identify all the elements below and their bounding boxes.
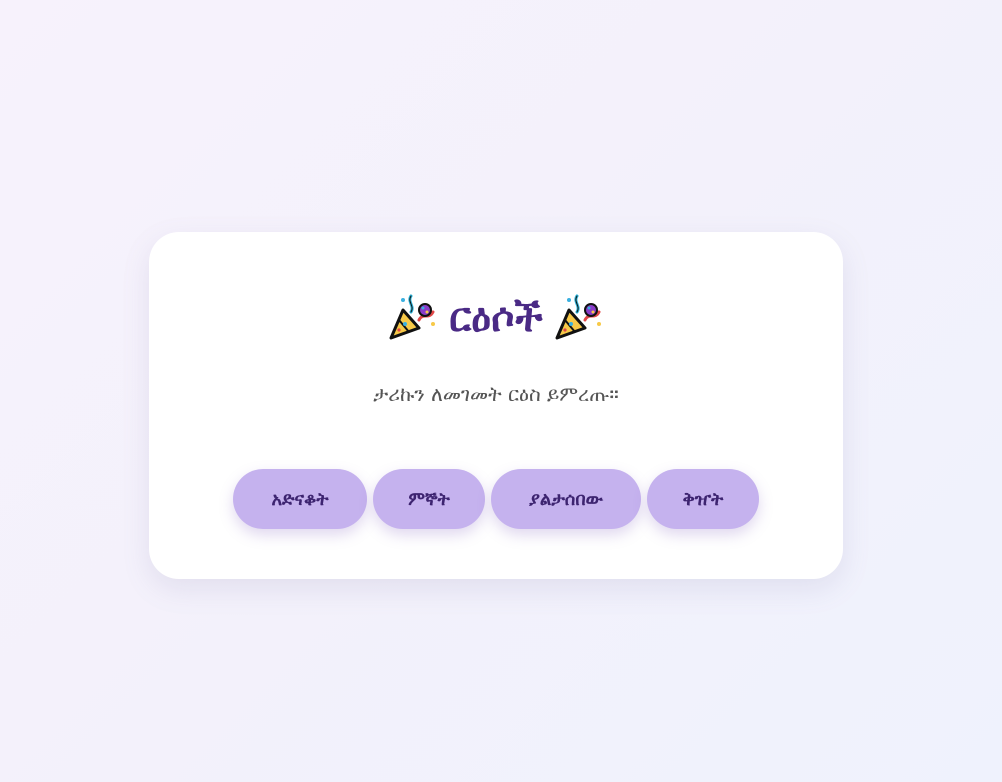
topic-button-admiration[interactable]: አድናቆት [233, 469, 367, 529]
topics-card: ርዕሶች ታሪኩን ለመገመት ርዕስ ይምረጡ። አድናቆት ምኞት ያልታሰ… [149, 232, 843, 579]
topic-buttons: አድናቆት ምኞት ያልታሰበው ቅዠት [149, 469, 843, 529]
party-popper-icon-left [385, 290, 441, 346]
party-popper-icon [555, 294, 601, 340]
topic-button-wish[interactable]: ምኞት [373, 469, 485, 529]
topic-button-fantasy[interactable]: ቅዠት [647, 469, 759, 529]
topic-button-unexpected[interactable]: ያልታሰበው [491, 469, 641, 529]
instruction-text: ታሪኩን ለመገመት ርዕስ ይምረጡ። [373, 382, 619, 406]
page-title: ርዕሶች [449, 295, 543, 341]
title-row: ርዕሶች [149, 288, 843, 348]
party-popper-icon-right [551, 290, 607, 346]
party-popper-icon [389, 294, 436, 340]
